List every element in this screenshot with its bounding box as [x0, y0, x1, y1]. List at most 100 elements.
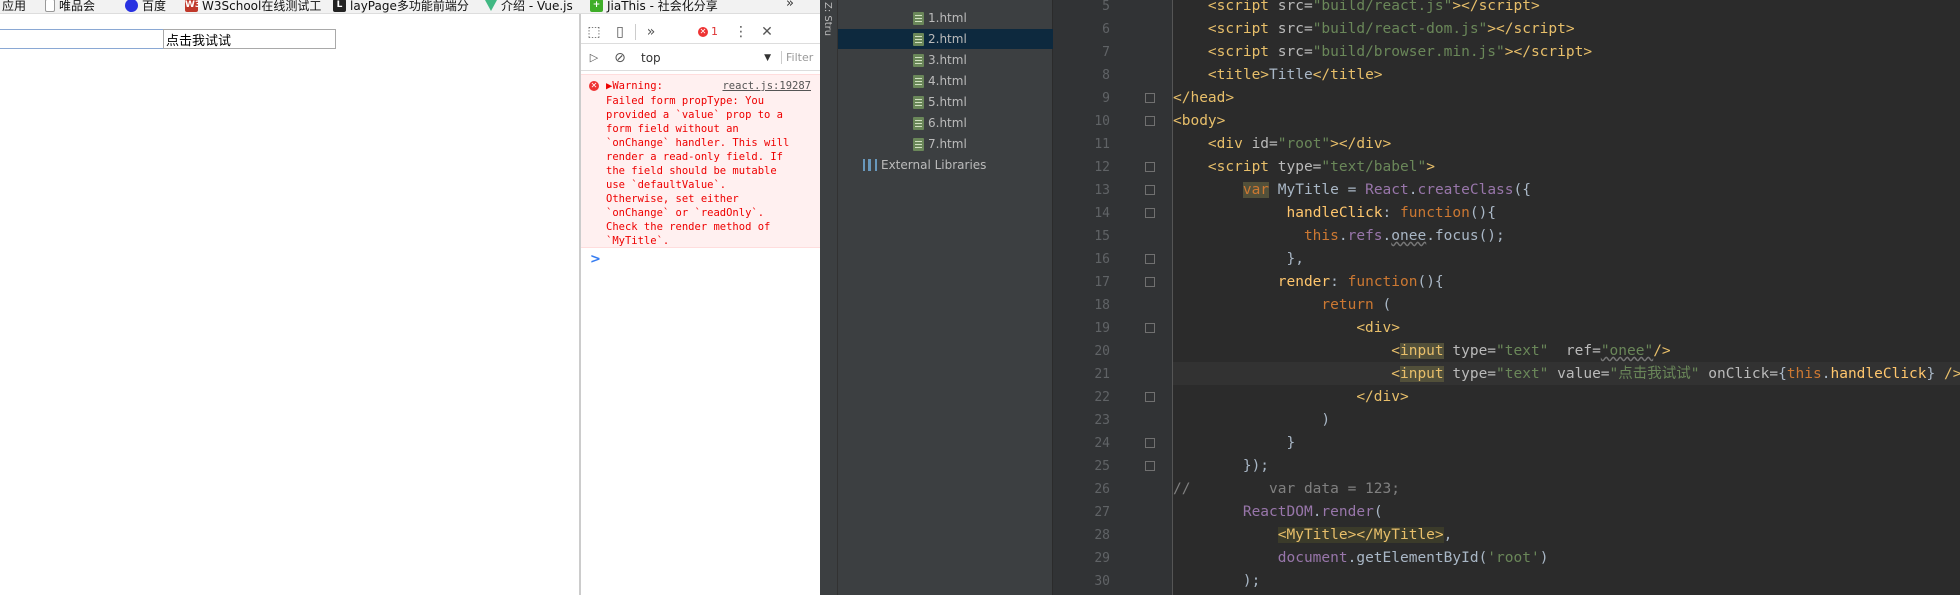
console-prompt[interactable]: > — [590, 252, 601, 267]
fold-marker-icon[interactable] — [1145, 162, 1155, 172]
clear-console-icon[interactable]: ⊘ — [607, 50, 633, 66]
devtools-toolbar: ⬚ ▯ » ✕ 1 ⋮ ✕ — [581, 20, 821, 44]
tree-file-7[interactable]: 7.html — [838, 134, 1053, 154]
console-toolbar: ▷ ⊘ top ▼ Filter — [581, 45, 821, 71]
line-number: 17 — [1094, 275, 1110, 290]
code-line-12: <script type="text/babel"> — [1207, 159, 1435, 175]
line-number: 9 — [1102, 91, 1110, 106]
inspect-icon[interactable]: ⬚ — [581, 24, 607, 40]
fold-marker-icon[interactable] — [1145, 323, 1155, 333]
tree-file-6[interactable]: 6.html — [838, 113, 1053, 133]
filter-input[interactable]: Filter — [781, 51, 813, 64]
structure-tool-strip: Z: Stru — [820, 0, 838, 595]
bookmark-apps[interactable]: 应用 — [2, 0, 26, 13]
fold-marker-icon[interactable] — [1145, 93, 1155, 103]
tree-file-3[interactable]: 3.html — [838, 50, 1053, 70]
sidebar-toggle-icon[interactable]: ▷ — [581, 51, 607, 64]
line-number: 23 — [1094, 413, 1110, 428]
warning-text: Failed form propType: You provided a `va… — [606, 95, 790, 247]
error-icon: ✕ — [589, 81, 599, 91]
code-editor[interactable]: <script src="build/react.js"></script> <… — [1173, 0, 1960, 595]
external-libraries-label: External Libraries — [881, 158, 987, 172]
bookmarks-bar: 应用 唯品会 百度 W3 W3School在线测试工 L layPage多功能前… — [0, 0, 820, 14]
code-line-5: <script src="build/react.js"></script> — [1207, 0, 1540, 14]
line-number: 6 — [1102, 22, 1110, 37]
fold-marker-icon[interactable] — [1145, 254, 1155, 264]
tree-file-4[interactable]: 4.html — [838, 71, 1053, 91]
bookmark-vip[interactable]: 唯品会 — [45, 0, 95, 13]
structure-tab[interactable]: Z: Stru — [822, 2, 833, 36]
text-input-click[interactable] — [163, 29, 336, 49]
bookmark-label: W3School在线测试工 — [202, 0, 322, 13]
fold-marker-icon[interactable] — [1145, 185, 1155, 195]
close-icon[interactable]: ✕ — [754, 24, 780, 40]
file-name: 2.html — [928, 32, 967, 46]
code-line-16: }, — [1173, 251, 1304, 267]
file-name: 7.html — [928, 137, 967, 151]
html-file-icon — [913, 53, 924, 67]
code-line-23: ) — [1173, 412, 1331, 428]
bookmark-vue[interactable]: 介绍 - Vue.js — [485, 0, 573, 13]
screen: 应用 唯品会 百度 W3 W3School在线测试工 L layPage多功能前… — [0, 0, 1960, 595]
code-line-17: render: function(){ — [1277, 274, 1444, 290]
tree-file-5[interactable]: 5.html — [838, 92, 1053, 112]
text-input-ref[interactable] — [0, 29, 164, 49]
line-number: 18 — [1094, 298, 1110, 313]
code-line-21: <input type="text" value="点击我试试" onClick… — [1391, 366, 1960, 382]
kebab-menu-icon[interactable]: ⋮ — [728, 24, 754, 40]
bookmarks-overflow-button[interactable]: » — [786, 0, 794, 11]
bookmark-label: JiaThis - 社会化分享 — [607, 0, 718, 13]
html-file-icon — [913, 11, 924, 25]
bookmark-baidu[interactable]: 百度 — [125, 0, 166, 13]
code-line-26: // var data = 123; — [1173, 481, 1400, 497]
line-number: 29 — [1094, 551, 1110, 566]
line-number: 28 — [1094, 528, 1110, 543]
bookmark-jiathis[interactable]: + JiaThis - 社会化分享 — [590, 0, 718, 13]
tree-file-1[interactable]: 1.html — [838, 8, 1053, 28]
tree-external-libraries[interactable]: External Libraries — [838, 155, 1053, 175]
browser-window: 应用 唯品会 百度 W3 W3School在线测试工 L layPage多功能前… — [0, 0, 821, 595]
code-line-29: document.getElementById('root') — [1277, 550, 1549, 566]
error-count: 1 — [711, 25, 718, 38]
error-counter[interactable]: ✕ 1 — [698, 25, 718, 38]
line-number: 26 — [1094, 482, 1110, 497]
line-number: 11 — [1094, 137, 1110, 152]
baidu-icon — [125, 0, 138, 12]
fold-marker-icon[interactable] — [1145, 116, 1155, 126]
project-tree: 1.html 2.html 3.html 4.html 5.html 6.htm… — [838, 0, 1053, 595]
tree-file-2[interactable]: 2.html — [838, 29, 1053, 49]
fold-marker-icon[interactable] — [1145, 392, 1155, 402]
file-name: 5.html — [928, 95, 967, 109]
code-line-27: ReactDOM.render( — [1242, 504, 1383, 520]
device-toggle-icon[interactable]: ▯ — [607, 24, 633, 40]
warning-source-link[interactable]: react.js:19287 — [722, 80, 811, 92]
fold-marker-icon[interactable] — [1145, 438, 1155, 448]
library-icon — [863, 159, 877, 171]
line-number: 15 — [1094, 229, 1110, 244]
more-tabs-button[interactable]: » — [638, 24, 664, 40]
code-line-28: <MyTitle></MyTitle>, — [1277, 527, 1453, 543]
code-line-18: return ( — [1321, 297, 1392, 313]
bookmark-w3school[interactable]: W3 W3School在线测试工 — [185, 0, 321, 13]
line-number: 30 — [1094, 574, 1110, 589]
page-icon — [45, 0, 55, 12]
bookmark-laypage[interactable]: L layPage多功能前端分 — [333, 0, 469, 13]
error-icon: ✕ — [698, 26, 708, 37]
html-file-icon — [913, 116, 924, 130]
line-number: 13 — [1094, 183, 1110, 198]
fold-marker-icon[interactable] — [1145, 208, 1155, 218]
file-name: 3.html — [928, 53, 967, 67]
warning-head[interactable]: ▶Warning: — [606, 80, 663, 92]
context-select[interactable]: top ▼ — [641, 51, 771, 65]
code-line-25: }); — [1173, 458, 1270, 474]
fold-marker-icon[interactable] — [1145, 461, 1155, 471]
layui-icon: L — [333, 0, 346, 12]
line-number: 7 — [1102, 45, 1110, 60]
line-number: 24 — [1094, 436, 1110, 451]
line-number: 14 — [1094, 206, 1110, 221]
line-number: 20 — [1094, 344, 1110, 359]
code-line-11: <div id="root"></div> — [1207, 136, 1392, 152]
file-name: 6.html — [928, 116, 967, 130]
html-file-icon — [913, 137, 924, 151]
fold-marker-icon[interactable] — [1145, 277, 1155, 287]
